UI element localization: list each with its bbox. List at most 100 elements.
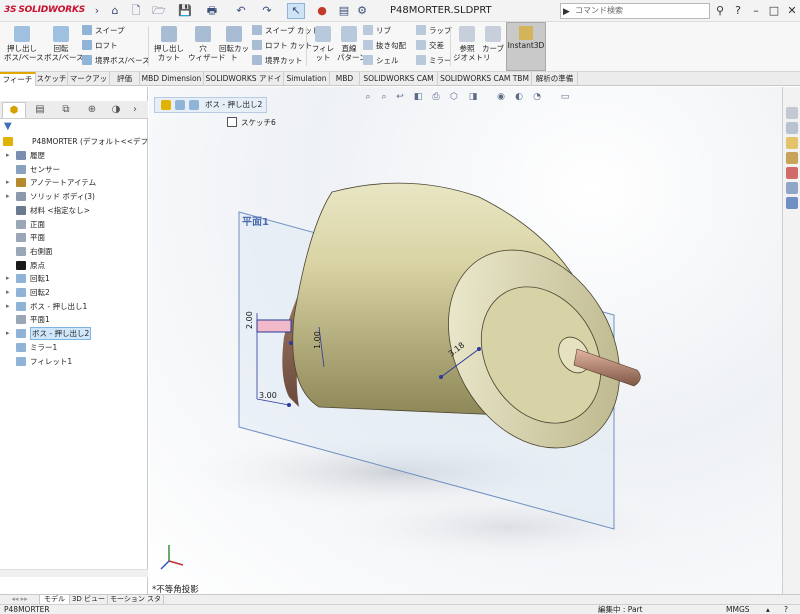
tree-item[interactable]: ▸ ソリッド ボディ(3) [0, 190, 147, 203]
dimxpert-tab-icon[interactable]: ⊕ [80, 102, 104, 118]
mirror-button[interactable]: ミラー [416, 55, 452, 68]
tab-sketch[interactable]: スケッチ [36, 72, 68, 86]
dimension-label[interactable]: 3.00 [259, 391, 277, 400]
filter-icon[interactable]: ▼ [4, 121, 12, 132]
display-manager-tab-icon[interactable]: ◑ [104, 102, 128, 118]
configuration-tab-icon[interactable]: ⧉ [54, 102, 78, 118]
breadcrumb[interactable]: ボス - 押し出し2 [154, 97, 268, 113]
hide-show-icon[interactable]: ◉ [495, 91, 507, 103]
tree-item[interactable]: ▸ 回転2 [0, 286, 147, 299]
property-manager-tab-icon[interactable]: ▤ [28, 102, 52, 118]
open-icon[interactable]: 🗁 [150, 3, 168, 19]
redo-icon[interactable]: ↷ [258, 3, 276, 19]
draft-button[interactable]: 抜き勾配 [363, 40, 406, 53]
zoom-area-icon[interactable]: ⌕ [378, 91, 390, 103]
dimension-label[interactable]: 2.00 [245, 311, 254, 329]
tree-item[interactable]: ミラー1 [0, 341, 147, 354]
dimension-label[interactable]: 1.00 [313, 331, 322, 349]
view-orientation-icon[interactable]: ⬡ [448, 91, 460, 103]
feature-tree-scrollbar[interactable] [0, 569, 148, 577]
solidworks-logo[interactable]: 3S SOLIDWORKS [4, 5, 85, 15]
tree-root[interactable]: P48MORTER (デフォルト<<デフォルト>_ [0, 135, 181, 148]
view-palette-icon[interactable] [786, 152, 798, 164]
status-help-icon[interactable]: ? [784, 605, 788, 614]
select-pointer-icon[interactable]: ↖ [287, 3, 305, 19]
edit-appearance-icon[interactable]: ◐ [513, 91, 525, 103]
scene-icon[interactable]: ◔ [531, 91, 543, 103]
wrap-button[interactable]: ラップ [416, 25, 452, 38]
boundary-boss-button[interactable]: 境界ボス/ベース [82, 55, 150, 68]
file-explorer-icon[interactable] [786, 137, 798, 149]
units-dropdown-icon[interactable]: ▴ [766, 605, 770, 614]
model-canvas[interactable]: 2.00 1.00 3.00 3.18 平面1 [149, 87, 782, 594]
instant3d-button[interactable]: Instant3D [506, 22, 546, 71]
solidworks-resources-icon[interactable] [786, 107, 798, 119]
revolved-cut-button[interactable]: 回転カット [218, 26, 250, 62]
tree-item[interactable]: センサー [0, 163, 147, 176]
sketch-point[interactable] [289, 341, 293, 345]
section-view-icon[interactable]: ◧ [412, 91, 424, 103]
appearances-icon[interactable] [786, 167, 798, 179]
feature-tree-tab-icon[interactable]: ⬢ [2, 102, 26, 118]
new-document-icon[interactable]: 🗋 [127, 3, 145, 19]
file-properties-icon[interactable]: ▤ [335, 3, 353, 19]
save-icon[interactable]: 💾 [176, 3, 194, 19]
shell-button[interactable]: シェル [363, 55, 399, 68]
dynamic-annotation-icon[interactable]: ⎙ [430, 91, 442, 103]
home-icon[interactable]: ⌂ [106, 3, 124, 19]
design-library-icon[interactable] [786, 122, 798, 134]
graphics-area[interactable]: 2.00 1.00 3.00 3.18 平面1 ボス - 押し出し2 スケッチ6… [149, 87, 782, 594]
tree-item[interactable]: 右側面 [0, 245, 147, 258]
tab-analysis-prep[interactable]: 解析の準備 [532, 72, 578, 86]
tab-solidworks-cam[interactable]: SOLIDWORKS CAM [360, 72, 438, 86]
minimize-button[interactable]: – [748, 3, 764, 19]
zoom-to-fit-icon[interactable]: ⌕ [362, 91, 374, 103]
sketch-point[interactable] [477, 347, 481, 351]
tree-item[interactable]: 材料 <指定なし> [0, 204, 147, 217]
tree-item[interactable]: ▸ アノテートアイテム [0, 176, 147, 189]
tree-item[interactable]: フィレット1 [0, 355, 147, 368]
tabs-more-icon[interactable]: › [128, 102, 142, 118]
expand-arrow-icon[interactable]: ▸ [6, 176, 10, 189]
lofted-cut-button[interactable]: ロフト カット [252, 40, 312, 53]
custom-properties-icon[interactable] [786, 182, 798, 194]
revolved-boss-button[interactable]: 回転 ボス/ベース [44, 26, 84, 62]
undo-icon[interactable]: ↶ [232, 3, 250, 19]
tab-solidworks-cam-tbm[interactable]: SOLIDWORKS CAM TBM [438, 72, 532, 86]
loft-button[interactable]: ロフト [82, 40, 118, 53]
status-units[interactable]: MMGS [726, 605, 750, 614]
expand-arrow-icon[interactable]: ▸ [6, 149, 10, 162]
boundary-cut-button[interactable]: 境界カット [252, 55, 303, 68]
tree-item[interactable]: ▸ 回転1 [0, 272, 147, 285]
sketch-point[interactable] [439, 375, 443, 379]
sketch-selection[interactable]: スケッチ6 [227, 117, 276, 129]
extruded-cut-button[interactable]: 押し出し カット [152, 26, 186, 62]
view-settings-icon[interactable]: ▭ [559, 91, 571, 103]
tree-item[interactable]: ▸ ボス - 押し出し1 [0, 300, 147, 313]
previous-view-icon[interactable]: ↩ [394, 91, 406, 103]
tree-item[interactable]: 原点 [0, 259, 147, 272]
maximize-button[interactable]: □ [766, 3, 782, 19]
tab-solidworks-addins[interactable]: SOLIDWORKS アドイン [204, 72, 284, 96]
tab-mbd[interactable]: MBD [330, 72, 360, 86]
close-button[interactable]: ✕ [784, 3, 800, 19]
tab-markup[interactable]: マークアップ [68, 72, 110, 96]
display-style-icon[interactable]: ◨ [467, 91, 479, 103]
extruded-boss-button[interactable]: 押し出し ボス/ベース [4, 26, 44, 62]
solidworks-forum-icon[interactable] [786, 197, 798, 209]
tree-item[interactable]: 正面 [0, 218, 147, 231]
rebuild-icon[interactable]: ● [313, 3, 331, 19]
print-icon[interactable]: 🖶 [203, 3, 221, 19]
tab-evaluate[interactable]: 評価 [110, 72, 140, 86]
curves-button[interactable]: カーブ [481, 26, 505, 53]
rib-button[interactable]: リブ [363, 25, 391, 38]
sweep-button[interactable]: スイープ [82, 25, 125, 38]
options-gear-icon[interactable]: ⚙ [353, 3, 371, 19]
reference-geometry-button[interactable]: 参照 ジオメトリ [453, 26, 491, 62]
sketch-checkbox[interactable] [227, 117, 237, 127]
sketch-point[interactable] [287, 403, 291, 407]
tab-simulation[interactable]: Simulation [284, 72, 330, 86]
menu-arrow-icon[interactable]: › [88, 3, 106, 19]
expand-arrow-icon[interactable]: ▸ [6, 190, 10, 203]
tab-features[interactable]: フィーチャー [0, 72, 36, 95]
